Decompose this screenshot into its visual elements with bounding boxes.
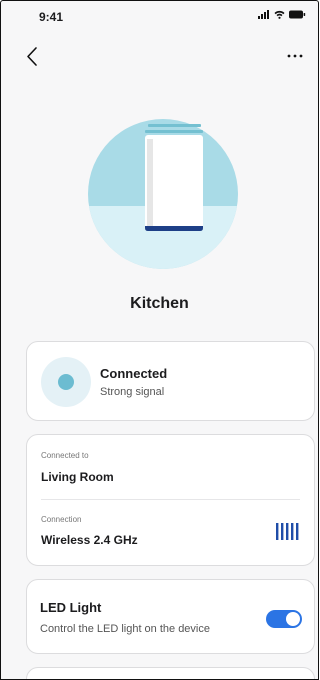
connection-status-card: Connected Strong signal: [26, 341, 315, 421]
connection-info-card: Connected to Living Room Connection Wire…: [26, 434, 315, 566]
device-detail-screen: 9:41 Kitchen Connected Strong signal Con…: [0, 0, 319, 680]
status-bar: 9:41: [1, 1, 318, 29]
connection-status-subtitle: Strong signal: [100, 386, 165, 398]
led-light-title: LED Light: [40, 600, 102, 615]
divider: [41, 499, 300, 500]
back-icon[interactable]: [23, 45, 41, 69]
led-light-card: LED Light Control the LED light on the d…: [26, 579, 315, 654]
battery-icon: [289, 10, 306, 19]
connection-status-title: Connected: [100, 366, 168, 381]
connection-label: Connection: [41, 515, 82, 524]
cellular-signal-icon: [258, 10, 269, 19]
navigation-bar: [1, 45, 318, 71]
signal-indicator: [41, 357, 91, 407]
led-light-toggle[interactable]: [266, 610, 302, 628]
more-options-icon[interactable]: [286, 51, 304, 61]
device-name: Kitchen: [130, 295, 189, 312]
connected-to-label: Connected to: [41, 451, 89, 460]
wifi-icon: [274, 10, 285, 19]
status-time: 9:41: [39, 10, 64, 24]
led-light-description: Control the LED light on the device: [40, 623, 210, 635]
status-icons: [258, 10, 306, 19]
toggle-knob: [286, 612, 300, 626]
settings-card[interactable]: [26, 667, 315, 679]
connected-to-value: Living Room: [41, 470, 114, 484]
signal-dot-icon: [58, 374, 74, 390]
signal-strength-icon: [276, 523, 299, 540]
device-illustration: [88, 119, 238, 269]
connection-value: Wireless 2.4 GHz: [41, 533, 138, 547]
